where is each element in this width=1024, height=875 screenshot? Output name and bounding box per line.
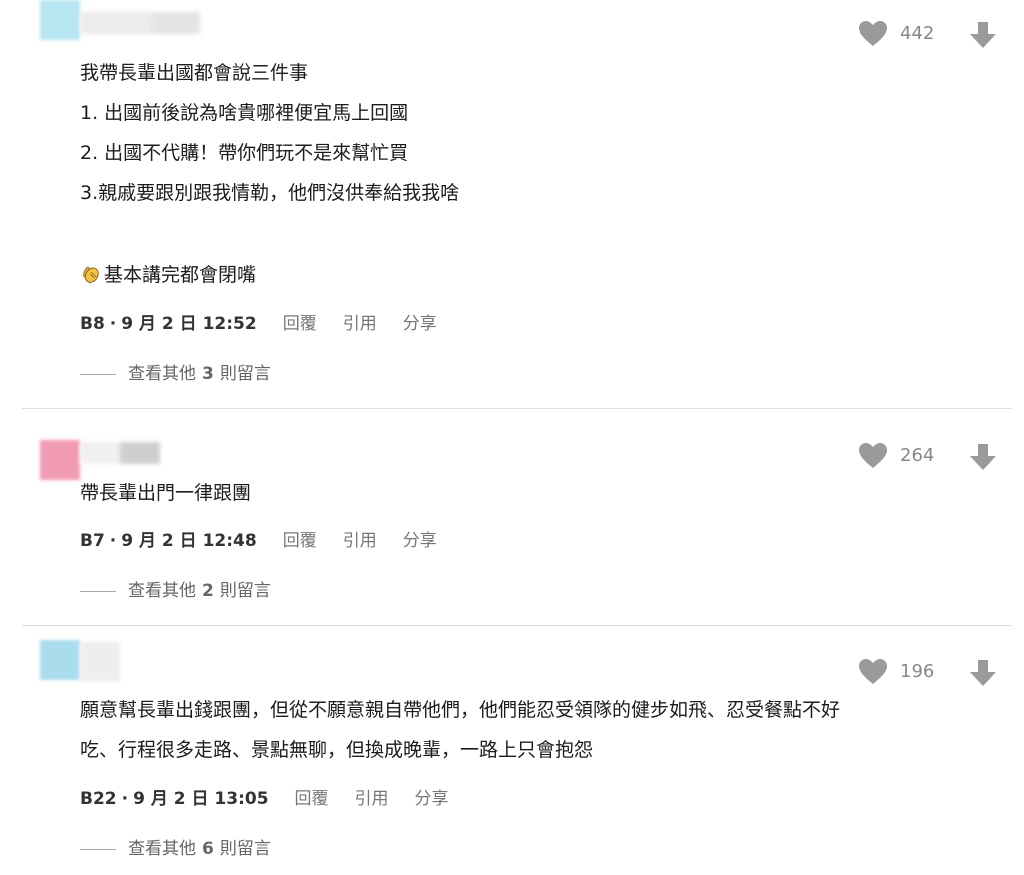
username-blurred[interactable] — [80, 442, 160, 464]
heart-icon — [859, 659, 887, 684]
reply-button[interactable]: 回覆 — [283, 313, 317, 335]
comment-b22: 196 願意幫長輩出錢跟團，但從不願意親自帶他們，他們能忍受領隊的健步如飛、忍受… — [0, 640, 1024, 875]
view-more-replies[interactable]: 查看其他 2 則留言 — [80, 580, 271, 602]
comment-text: 基本講完都會閉嘴 — [104, 264, 257, 286]
like-button[interactable]: 264 — [858, 442, 934, 469]
timestamp: 9 月 2 日 12:52 — [121, 314, 257, 334]
like-button[interactable]: 442 — [858, 20, 934, 47]
timestamp: 9 月 2 日 12:48 — [121, 531, 257, 551]
comment-text-line: 吃、行程很多走路、景點無聊，但換成晚輩，一路上只會抱怨 — [80, 739, 594, 761]
comment-meta: B7 · 9 月 2 日 12:48 回覆 引用 分享 — [80, 530, 437, 552]
like-count: 442 — [900, 23, 935, 44]
arrow-down-icon[interactable] — [968, 442, 998, 472]
comment-text-line: 2. 出國不代購！帶你們玩不是來幫忙買 — [80, 142, 409, 164]
share-button[interactable]: 分享 — [403, 530, 437, 552]
comment-text-line: 1. 出國前後說為啥貴哪裡便宜馬上回國 — [80, 102, 409, 124]
comment-text-line: 我帶長輩出國都會說三件事 — [80, 62, 309, 84]
timestamp: 9 月 2 日 13:05 — [133, 789, 269, 809]
heart-icon — [859, 21, 887, 46]
arrow-down-icon[interactable] — [968, 20, 998, 50]
comment-text-line-emoji: 基本講完都會閉嘴 — [80, 262, 256, 288]
username-blurred[interactable] — [80, 642, 120, 682]
reply-count: 6 — [202, 839, 214, 859]
like-count: 264 — [900, 445, 935, 466]
comment-b8: 442 我帶長輩出國都會說三件事 1. 出國前後說為啥貴哪裡便宜馬上回國 2. … — [0, 0, 1024, 408]
quote-button[interactable]: 引用 — [355, 788, 389, 810]
view-more-replies[interactable]: 查看其他 3 則留言 — [80, 363, 271, 385]
view-more-replies[interactable]: 查看其他 6 則留言 — [80, 838, 271, 860]
like-count: 196 — [900, 661, 935, 682]
quote-button[interactable]: 引用 — [343, 313, 377, 335]
floor-number[interactable]: B7 — [80, 530, 105, 552]
comment-text-line: 帶長輩出門一律跟團 — [80, 482, 252, 504]
username-blurred[interactable] — [80, 12, 200, 34]
reply-button[interactable]: 回覆 — [283, 530, 317, 552]
avatar[interactable] — [40, 640, 80, 680]
avatar[interactable] — [40, 0, 80, 40]
floor-number[interactable]: B22 — [80, 788, 117, 810]
comment-text-line: 3.親戚要跟別跟我情勒，他們沒供奉給我我啥 — [80, 182, 460, 204]
reply-button[interactable]: 回覆 — [295, 788, 329, 810]
comment-meta: B22 · 9 月 2 日 13:05 回覆 引用 分享 — [80, 788, 449, 810]
arrow-down-icon[interactable] — [968, 658, 998, 688]
clapping-hands-icon — [83, 266, 99, 283]
reply-count: 3 — [202, 364, 214, 384]
comment-meta: B8 · 9 月 2 日 12:52 回覆 引用 分享 — [80, 313, 437, 335]
like-button[interactable]: 196 — [858, 658, 934, 685]
comment-text-line: 願意幫長輩出錢跟團，但從不願意親自帶他們，他們能忍受領隊的健步如飛、忍受餐點不好 — [80, 699, 841, 721]
avatar[interactable] — [40, 440, 80, 480]
divider-dash — [80, 373, 116, 375]
quote-button[interactable]: 引用 — [343, 530, 377, 552]
divider-dash — [80, 848, 116, 850]
comment-divider — [22, 625, 1012, 626]
floor-number[interactable]: B8 — [80, 313, 105, 335]
heart-icon — [859, 443, 887, 468]
comment-b7: 264 帶長輩出門一律跟團 B7 · 9 月 2 日 12:48 回覆 引用 分… — [0, 430, 1024, 625]
divider-dash — [80, 590, 116, 592]
share-button[interactable]: 分享 — [415, 788, 449, 810]
reply-count: 2 — [202, 581, 214, 601]
share-button[interactable]: 分享 — [403, 313, 437, 335]
comment-divider — [22, 408, 1012, 409]
